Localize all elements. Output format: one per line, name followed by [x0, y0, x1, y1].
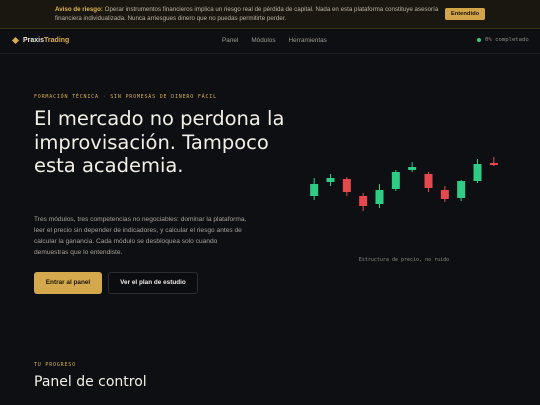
- study-plan-button[interactable]: Ver el plan de estudio: [108, 272, 198, 294]
- candle-body: [424, 174, 433, 188]
- dismiss-banner-button[interactable]: Entendido: [445, 8, 485, 20]
- nav-link-herramientas[interactable]: Herramientas: [289, 37, 327, 44]
- status-dot-icon: [477, 38, 481, 42]
- progress-section-title: Panel de control: [34, 374, 147, 390]
- enter-panel-button[interactable]: Entrar al panel: [34, 272, 102, 294]
- candle: [310, 178, 319, 200]
- risk-banner-text: Aviso de riesgo: Operar instrumentos fin…: [55, 5, 440, 23]
- candle-body: [457, 181, 466, 198]
- candle: [326, 174, 335, 186]
- candle-body: [359, 196, 368, 206]
- candle: [408, 162, 417, 172]
- candle-body: [342, 179, 351, 192]
- candle-body: [310, 184, 319, 196]
- top-nav: Praxis Trading Panel Módulos Herramientas…: [0, 29, 540, 54]
- hero-title: El mercado no perdona la improvisación. …: [34, 107, 285, 177]
- hero-description: Tres módulos, tres competencias no negoc…: [34, 216, 247, 256]
- candle-body: [408, 167, 417, 170]
- logo-text-accent: Trading: [44, 37, 70, 44]
- candle: [424, 172, 433, 192]
- candle-body: [440, 190, 449, 199]
- candlestick-chart: [310, 157, 498, 211]
- hero-eyebrow: FORMACIÓN TÉCNICA · SIN PROMESAS DE DINE…: [34, 94, 217, 100]
- diamond-logo-icon: [11, 36, 20, 45]
- candle: [359, 193, 368, 211]
- candle-body: [326, 178, 335, 182]
- candle: [489, 157, 498, 166]
- risk-banner-heading: Aviso de riesgo:: [55, 6, 103, 13]
- candle: [473, 159, 482, 183]
- candle-body: [375, 190, 384, 204]
- logo-text-primary: Praxis: [23, 37, 45, 44]
- candle-body: [391, 172, 400, 189]
- candle: [342, 177, 351, 196]
- candle: [457, 180, 466, 201]
- progress-text: 0% completado: [485, 37, 529, 43]
- candle: [375, 184, 384, 208]
- risk-banner: Aviso de riesgo: Operar instrumentos fin…: [0, 0, 540, 29]
- candle-body: [473, 164, 482, 181]
- progress-section-eyebrow: TU PROGRESO: [34, 362, 76, 368]
- risk-banner-body: Operar instrumentos financieros implica …: [55, 6, 439, 22]
- candle: [440, 186, 449, 202]
- nav-link-panel[interactable]: Panel: [222, 37, 238, 44]
- candle: [391, 170, 400, 191]
- logo[interactable]: Praxis Trading: [11, 36, 70, 45]
- nav-links: Panel Módulos Herramientas: [222, 37, 327, 44]
- chart-caption: Estructura de precio, no ruido: [358, 257, 450, 263]
- progress-indicator: 0% completado: [477, 37, 529, 43]
- candle-body: [489, 163, 498, 165]
- nav-link-modulos[interactable]: Módulos: [251, 37, 275, 44]
